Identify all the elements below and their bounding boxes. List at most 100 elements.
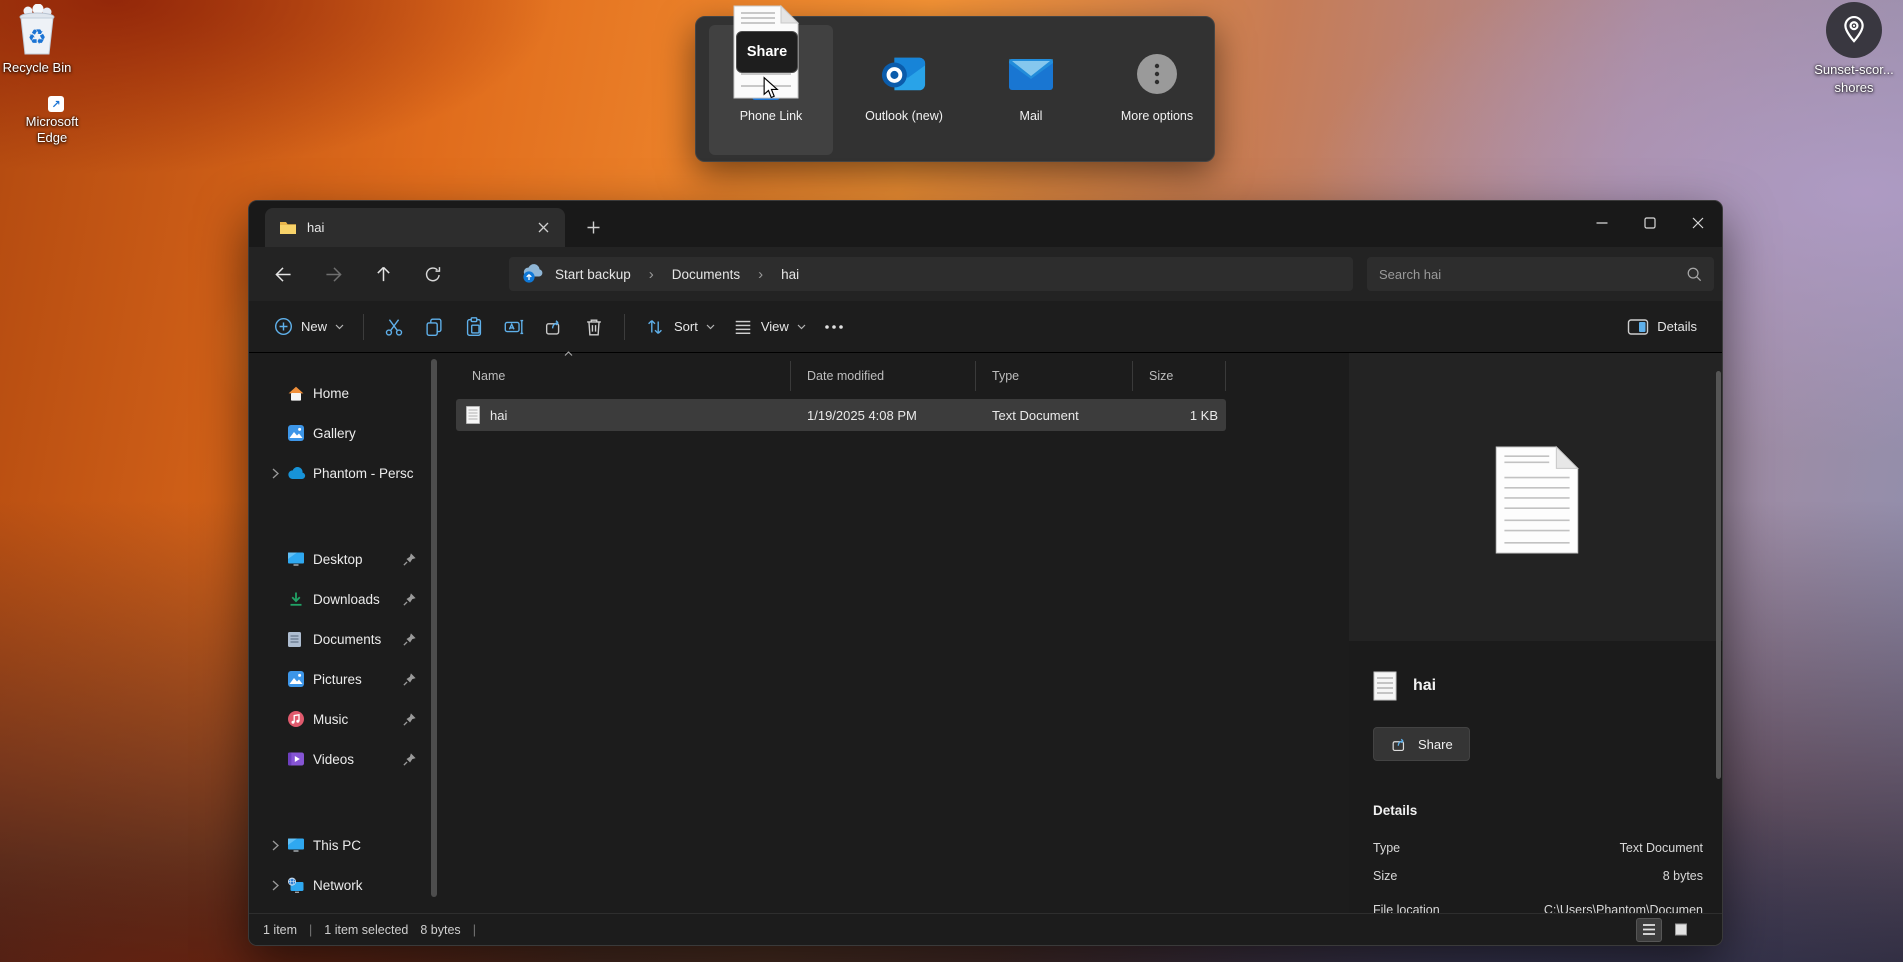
sidebar-scrollbar[interactable] <box>431 359 437 897</box>
copy-button[interactable] <box>414 310 454 344</box>
desktop-icon-spotlight[interactable]: Sunset-scor... shores <box>1808 2 1900 97</box>
paste-button[interactable] <box>454 310 494 344</box>
trash-icon <box>583 316 605 338</box>
back-button[interactable] <box>263 256 303 292</box>
sidebar-item-network[interactable]: Network <box>249 867 436 903</box>
mail-icon <box>1008 51 1054 97</box>
column-header-date-modified[interactable]: Date modified <box>791 361 976 391</box>
document-preview-icon <box>1494 445 1580 555</box>
search-input[interactable] <box>1379 267 1686 282</box>
sidebar-item-music[interactable]: Music <box>249 701 436 737</box>
sidebar-item-pictures[interactable]: Pictures <box>249 661 436 697</box>
delete-button[interactable] <box>574 310 614 344</box>
svg-text:♻: ♻ <box>28 26 47 49</box>
file-name: hai <box>490 408 507 423</box>
forward-button[interactable] <box>313 256 353 292</box>
cut-button[interactable] <box>374 310 414 344</box>
view-button[interactable]: View <box>724 311 815 343</box>
sidebar-item-label: Desktop <box>313 552 402 567</box>
column-header-size[interactable]: Size <box>1133 361 1226 391</box>
ellipsis-icon <box>824 324 844 330</box>
more-options-icon <box>1137 54 1177 94</box>
breadcrumb-current[interactable]: hai <box>781 267 799 282</box>
new-button[interactable]: New <box>265 311 353 342</box>
pictures-icon <box>287 670 313 688</box>
minimize-button[interactable] <box>1578 201 1626 245</box>
text-document-icon <box>1373 671 1397 701</box>
chevron-right-icon[interactable] <box>263 880 287 891</box>
chevron-right-icon[interactable] <box>263 840 287 851</box>
this-pc-icon <box>287 837 313 853</box>
breadcrumb-documents[interactable]: Documents <box>672 267 740 282</box>
desktop-icon-recycle-bin[interactable]: ♻ Recycle Bin <box>0 4 74 76</box>
sort-ascending-indicator <box>564 351 573 357</box>
sidebar-item-this-pc[interactable]: This PC <box>249 827 436 863</box>
sidebar-item-label: Pictures <box>313 672 402 687</box>
details-scrollbar[interactable] <box>1716 371 1721 779</box>
address-bar[interactable]: Start backup › Documents › hai <box>509 257 1353 291</box>
desktop-icon-label-line2: shores <box>1834 80 1873 96</box>
sidebar-item-documents[interactable]: Documents <box>249 621 436 657</box>
sidebar-item-label: Gallery <box>313 426 436 441</box>
search-box[interactable] <box>1367 257 1714 291</box>
share-target-outlook[interactable]: Outlook (new) <box>842 25 966 155</box>
file-row-hai[interactable]: hai 1/19/2025 4:08 PM Text Document 1 KB <box>456 399 1226 431</box>
share-target-mail[interactable]: Mail <box>969 25 1093 155</box>
desktop-icon <box>287 551 313 567</box>
recycle-bin-icon: ♻ <box>13 4 61 56</box>
tab-hai[interactable]: hai <box>265 208 565 247</box>
tab-title: hai <box>307 220 521 235</box>
details-toggle-label: Details <box>1657 319 1697 334</box>
item-count: 1 item <box>263 923 297 937</box>
sidebar-item-home[interactable]: Home <box>249 375 436 411</box>
breadcrumb-root[interactable]: Start backup <box>555 267 631 282</box>
sidebar-section-gap <box>249 781 444 827</box>
sidebar-item-label: Music <box>313 712 402 727</box>
details-toggle-button[interactable]: Details <box>1618 311 1706 343</box>
refresh-button[interactable] <box>413 256 453 292</box>
sidebar-item-desktop[interactable]: Desktop <box>249 541 436 577</box>
column-header-name[interactable]: Name <box>456 361 791 391</box>
gallery-icon <box>287 424 313 442</box>
rename-button[interactable] <box>494 310 534 344</box>
desktop-icon-microsoft-edge[interactable]: ↗ Microsoft Edge <box>6 110 98 147</box>
tab-close-icon[interactable] <box>531 216 555 240</box>
close-button[interactable] <box>1674 201 1722 245</box>
sidebar-item-gallery[interactable]: Gallery <box>249 415 436 451</box>
paste-icon <box>463 316 485 338</box>
music-icon <box>287 710 313 728</box>
share-target-label: Outlook (new) <box>865 109 943 123</box>
new-tab-button[interactable] <box>579 214 607 240</box>
sort-button[interactable]: Sort <box>635 310 724 344</box>
sidebar-item-downloads[interactable]: Downloads <box>249 581 436 617</box>
pin-icon <box>402 752 432 767</box>
details-share-button[interactable]: Share <box>1373 727 1470 761</box>
toolbar-separator <box>363 314 364 340</box>
navigation-pane: Home Gallery Phantom - Persc <box>249 353 444 915</box>
up-button[interactable] <box>363 256 403 292</box>
file-size: 1 KB <box>1133 408 1218 423</box>
desktop-icon-label: Microsoft Edge <box>12 114 92 147</box>
share-button[interactable] <box>534 310 574 344</box>
details-view-toggle[interactable] <box>1636 918 1662 942</box>
sidebar-item-onedrive[interactable]: Phantom - Persc <box>249 455 436 491</box>
documents-icon <box>287 631 313 648</box>
see-more-button[interactable] <box>815 318 853 336</box>
chevron-right-icon[interactable] <box>263 468 287 479</box>
desktop-icon-label-line1: Sunset-scor... <box>1814 62 1893 78</box>
sidebar-item-label: Documents <box>313 632 402 647</box>
property-row-type: Type Text Document <box>1373 841 1703 855</box>
search-icon <box>1686 266 1702 282</box>
large-icons-view-toggle[interactable] <box>1668 918 1694 942</box>
command-toolbar: New <box>249 301 1722 353</box>
maximize-button[interactable] <box>1626 201 1674 245</box>
file-explorer-window: hai <box>248 200 1723 946</box>
sidebar-item-videos[interactable]: Videos <box>249 741 436 777</box>
pin-icon <box>402 552 432 567</box>
text-document-icon <box>466 406 480 424</box>
share-more-options[interactable]: More options <box>1095 25 1219 155</box>
sort-button-label: Sort <box>674 319 698 334</box>
pin-icon <box>402 592 432 607</box>
column-header-type[interactable]: Type <box>976 361 1133 391</box>
pin-icon <box>402 672 432 687</box>
